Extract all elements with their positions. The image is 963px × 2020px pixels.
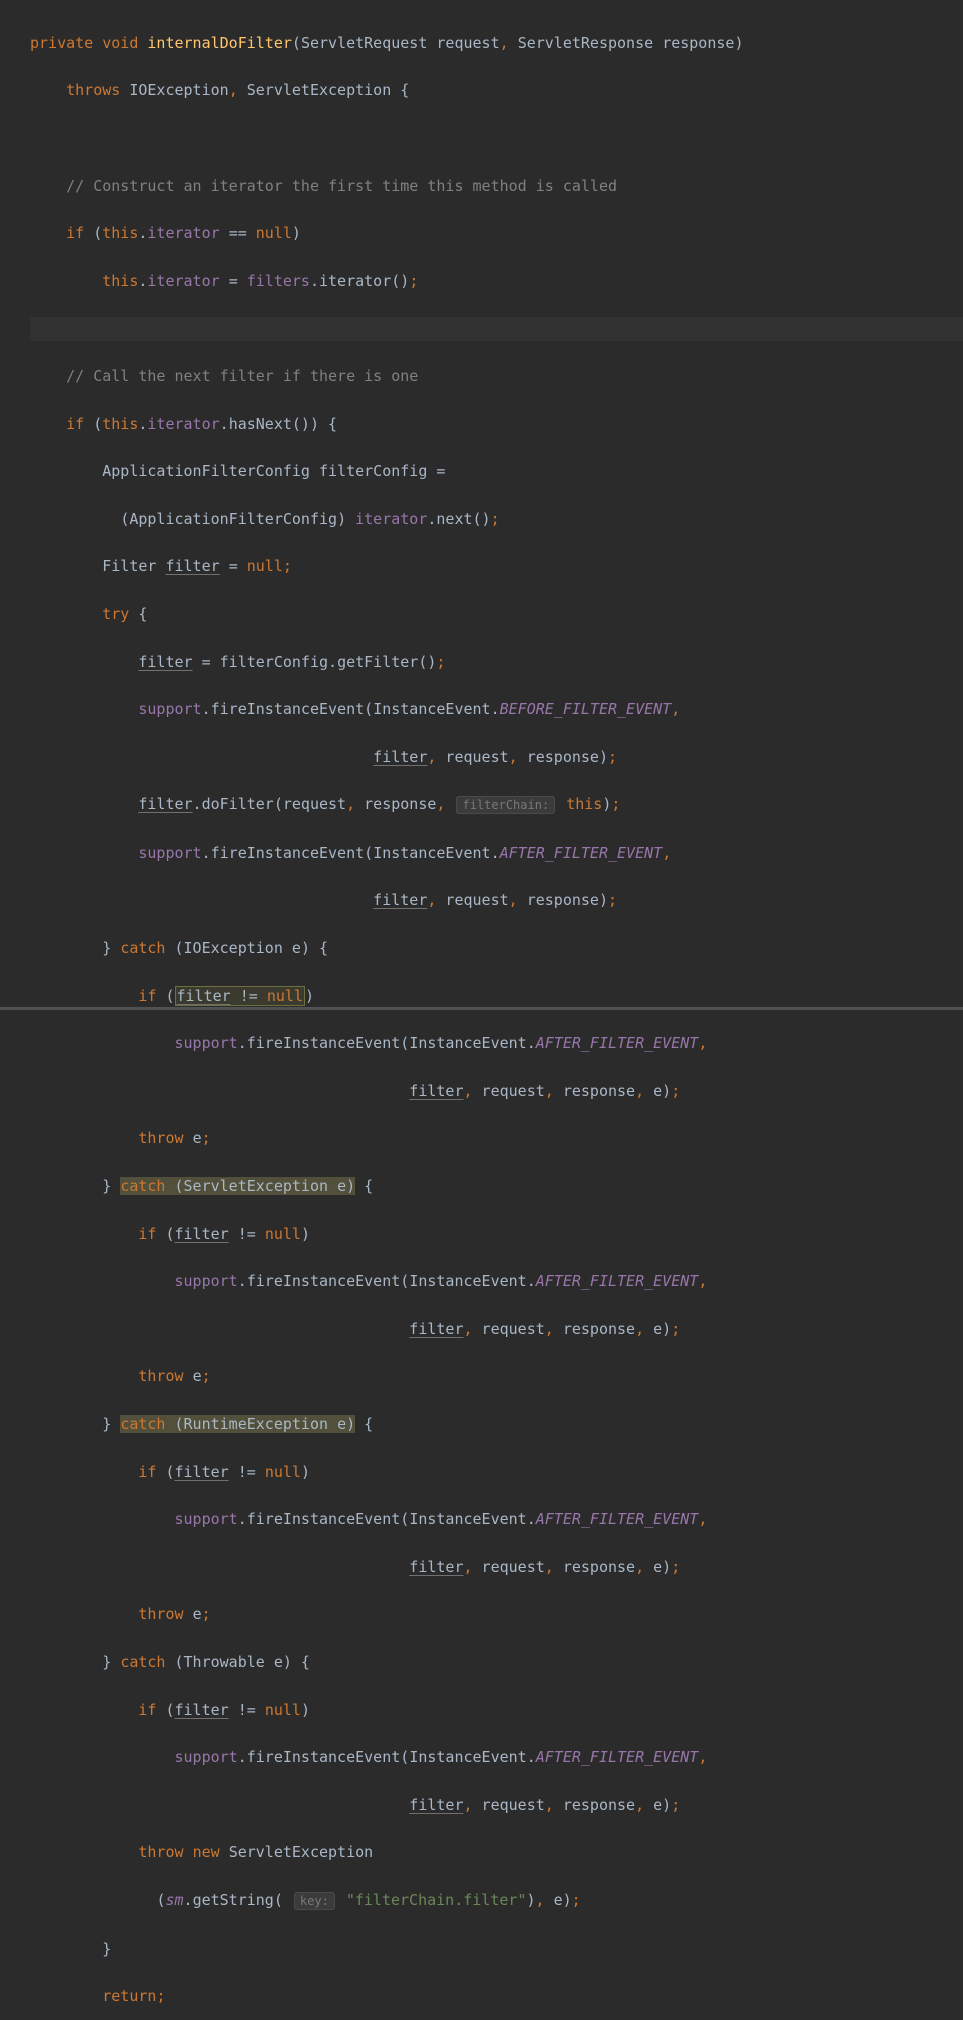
code-line: filter, request, response, e);: [30, 1318, 963, 1342]
code-line: if (this.iterator == null): [30, 222, 963, 246]
code-line: throw e;: [30, 1365, 963, 1389]
code-line: } catch (Throwable e) {: [30, 1651, 963, 1675]
code-line: (sm.getString( key: "filterChain.filter"…: [30, 1889, 963, 1914]
code-line: if (filter != null): [30, 1699, 963, 1723]
code-line: filter, request, response, e);: [30, 1080, 963, 1104]
code-line: throw new ServletException: [30, 1841, 963, 1865]
code-line: filter, request, response, e);: [30, 1556, 963, 1580]
code-editor[interactable]: private void internalDoFilter(ServletReq…: [0, 0, 963, 2020]
code-line: } catch (IOException e) {: [30, 937, 963, 961]
parameter-hint: key:: [294, 1892, 335, 1910]
code-line: filter, request, response);: [30, 889, 963, 913]
code-line: support.fireInstanceEvent(InstanceEvent.…: [30, 698, 963, 722]
code-line: (ApplicationFilterConfig) iterator.next(…: [30, 508, 963, 532]
code-line: try {: [30, 603, 963, 627]
code-line: if (filter != null): [30, 985, 963, 1009]
code-line: support.fireInstanceEvent(InstanceEvent.…: [30, 1746, 963, 1770]
code-line: } catch (RuntimeException e) {: [30, 1413, 963, 1437]
code-line: support.fireInstanceEvent(InstanceEvent.…: [30, 1508, 963, 1532]
caret-line: [30, 317, 963, 341]
code-line: }: [30, 1938, 963, 1962]
code-line: Filter filter = null;: [30, 555, 963, 579]
parameter-hint: filterChain:: [456, 796, 555, 814]
code-line: if (this.iterator.hasNext()) {: [30, 413, 963, 437]
code-line: ApplicationFilterConfig filterConfig =: [30, 460, 963, 484]
code-line: throws IOException, ServletException {: [30, 79, 963, 103]
code-line: filter, request, response, e);: [30, 1794, 963, 1818]
code-line: private void internalDoFilter(ServletReq…: [30, 32, 963, 56]
code-line: // Construct an iterator the first time …: [30, 175, 963, 199]
code-line: filter.doFilter(request, response, filte…: [30, 793, 963, 818]
code-line: filter, request, response);: [30, 746, 963, 770]
code-line: support.fireInstanceEvent(InstanceEvent.…: [30, 1270, 963, 1294]
code-line: if (filter != null): [30, 1223, 963, 1247]
code-line: support.fireInstanceEvent(InstanceEvent.…: [30, 1032, 963, 1056]
code-line: throw e;: [30, 1127, 963, 1151]
code-line: throw e;: [30, 1603, 963, 1627]
code-line: } catch (ServletException e) {: [30, 1175, 963, 1199]
code-line: support.fireInstanceEvent(InstanceEvent.…: [30, 842, 963, 866]
code-line: if (filter != null): [30, 1461, 963, 1485]
code-line: [30, 127, 963, 151]
code-line: filter = filterConfig.getFilter();: [30, 651, 963, 675]
code-line: // Call the next filter if there is one: [30, 365, 963, 389]
code-line: this.iterator = filters.iterator();: [30, 270, 963, 294]
code-line: return;: [30, 1985, 963, 2009]
